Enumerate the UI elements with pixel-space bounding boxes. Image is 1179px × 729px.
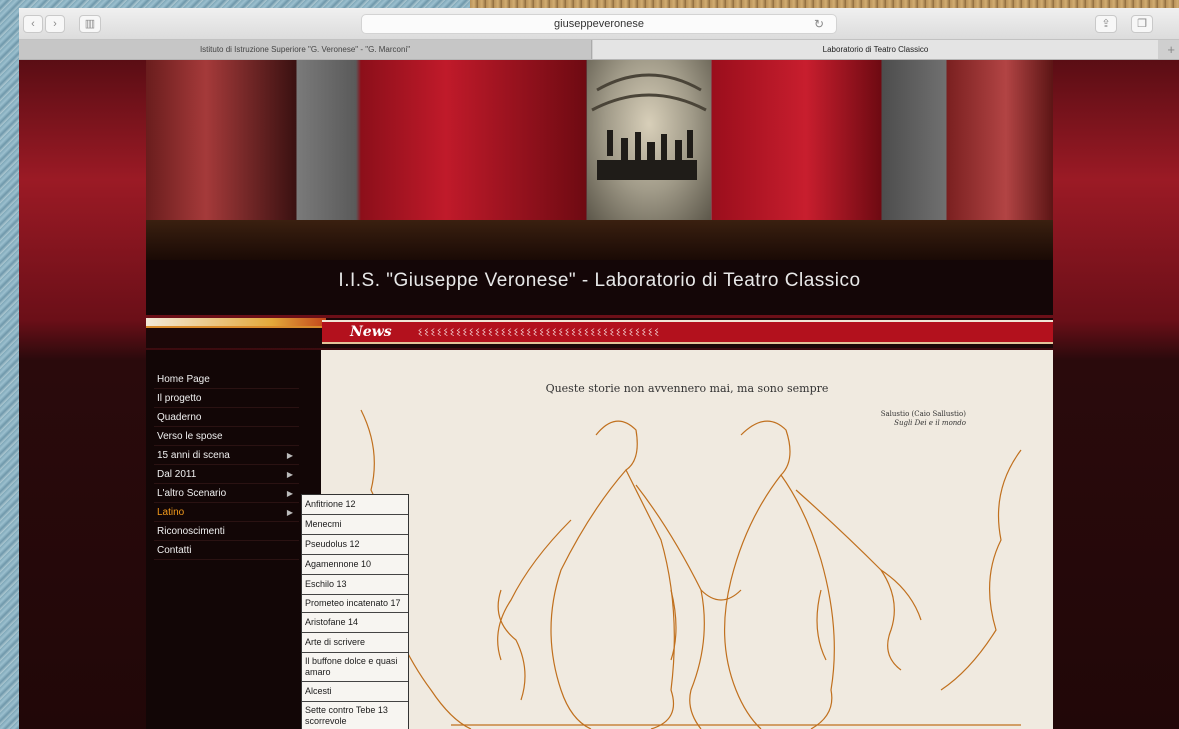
reload-icon[interactable]: ↻	[814, 15, 824, 33]
menu-item-latino[interactable]: Latino ▶	[154, 503, 299, 522]
web-page: I.I.S. "Giuseppe Veronese" - Laboratorio…	[19, 60, 1179, 729]
back-button[interactable]: ‹	[23, 15, 43, 33]
chevron-right-icon: ▶	[286, 470, 293, 479]
site-title: I.I.S. "Giuseppe Veronese" - Laboratorio…	[338, 270, 861, 291]
menu-item-label: L'altro Scenario	[157, 488, 227, 499]
latino-submenu: Anfitrione 12 Menecmi Pseudolus 12 Agame…	[301, 494, 409, 729]
menu-item-quaderno[interactable]: Quaderno	[154, 408, 299, 427]
add-tab-icon[interactable]: +	[1167, 40, 1175, 59]
tab-laboratorio[interactable]: Laboratorio di Teatro Classico	[593, 40, 1158, 59]
menu-item-label: Il progetto	[157, 393, 202, 404]
news-label: News	[350, 324, 392, 340]
chevron-right-icon: ▶	[286, 508, 293, 517]
address-bar[interactable]: giuseppeveronese ↻	[361, 14, 837, 34]
submenu-item[interactable]: Aristofane 14	[302, 613, 408, 633]
menu-item-verso[interactable]: Verso le spose	[154, 427, 299, 446]
tab-bar: Istituto di Istruzione Superiore "G. Ver…	[19, 40, 1179, 60]
submenu-item[interactable]: Pseudolus 12	[302, 535, 408, 555]
menu-item-label: Quaderno	[157, 412, 202, 423]
menu-item-label: 15 anni di scena	[157, 450, 230, 461]
menu-item-home[interactable]: Home Page	[154, 370, 299, 389]
chevron-right-icon: ›	[53, 18, 57, 30]
submenu-item[interactable]: Agamennone 10	[302, 555, 408, 575]
browser-window: ‹ › ▥ giuseppeveronese ↻ ⇪ ❐ Istituto di…	[19, 8, 1179, 729]
chevron-left-icon: ‹	[31, 18, 35, 30]
menu-item-label: Home Page	[157, 374, 210, 385]
news-bar: News ଽଽଽଽଽଽଽଽଽଽଽଽଽଽଽଽଽଽଽଽଽଽଽଽଽଽଽଽଽଽଽଽଽଽଽ…	[146, 318, 1053, 348]
submenu-item[interactable]: Prometeo incatenato 17	[302, 595, 408, 613]
tabs-icon: ❐	[1137, 18, 1147, 30]
menu-item-label: Latino	[157, 507, 185, 518]
news-strip: News ଽଽଽଽଽଽଽଽଽଽଽଽଽଽଽଽଽଽଽଽଽଽଽଽଽଽଽଽଽଽଽଽଽଽଽ…	[322, 320, 1053, 344]
url-text: giuseppeveronese	[554, 18, 644, 30]
tab-istituto[interactable]: Istituto di Istruzione Superiore "G. Ver…	[19, 40, 592, 59]
menu-item-contatti[interactable]: Contatti	[154, 541, 299, 560]
sidebar: Home Page Il progetto Quaderno Verso le …	[146, 350, 321, 729]
header-banner: I.I.S. "Giuseppe Veronese" - Laboratorio…	[146, 60, 1053, 315]
tabs-button[interactable]: ❐	[1131, 15, 1153, 33]
chevron-right-icon: ▶	[286, 489, 293, 498]
menu-item-label: Contatti	[157, 545, 192, 556]
submenu-item[interactable]: Sette contro Tebe 13 scorrevole	[302, 702, 408, 729]
dancers-illustration	[360, 409, 1022, 729]
submenu-item[interactable]: Il buffone dolce e quasi amaro	[302, 653, 408, 682]
menu-item-riconoscimenti[interactable]: Riconoscimenti	[154, 522, 299, 541]
sidebar-icon: ▥	[84, 18, 96, 30]
menu-item-label: Riconoscimenti	[157, 526, 225, 537]
submenu-item[interactable]: Eschilo 13	[302, 575, 408, 595]
desk-background	[470, 0, 1179, 8]
menu-item-altro-scenario[interactable]: L'altro Scenario ▶	[154, 484, 299, 503]
stage-floor	[146, 220, 1053, 260]
submenu-item[interactable]: Alcesti	[302, 682, 408, 702]
amphitheatre-photo	[587, 60, 711, 220]
news-accent-stripe	[146, 318, 326, 328]
submenu-item[interactable]: Arte di scrivere	[302, 633, 408, 653]
browser-toolbar: ‹ › ▥ giuseppeveronese ↻ ⇪ ❐	[19, 8, 1179, 40]
share-button[interactable]: ⇪	[1095, 15, 1117, 33]
share-icon: ⇪	[1101, 18, 1111, 30]
sidebar-button[interactable]: ▥	[79, 15, 101, 33]
submenu-item[interactable]: Anfitrione 12	[302, 495, 408, 515]
menu-item-dal-2011[interactable]: Dal 2011 ▶	[154, 465, 299, 484]
menu-item-progetto[interactable]: Il progetto	[154, 389, 299, 408]
main-menu: Home Page Il progetto Quaderno Verso le …	[154, 370, 299, 560]
menu-item-label: Verso le spose	[157, 431, 223, 442]
news-ticker: ଽଽଽଽଽଽଽଽଽଽଽଽଽଽଽଽଽଽଽଽଽଽଽଽଽଽଽଽଽଽଽଽଽଽଽଽଽଽ	[418, 325, 661, 339]
submenu-item[interactable]: Menecmi	[302, 515, 408, 535]
main-content: Queste storie non avvennero mai, ma sono…	[321, 350, 1053, 729]
forward-button[interactable]: ›	[45, 15, 65, 33]
menu-item-15-anni[interactable]: 15 anni di scena ▶	[154, 446, 299, 465]
chevron-right-icon: ▶	[286, 451, 293, 460]
menu-item-label: Dal 2011	[157, 469, 197, 480]
